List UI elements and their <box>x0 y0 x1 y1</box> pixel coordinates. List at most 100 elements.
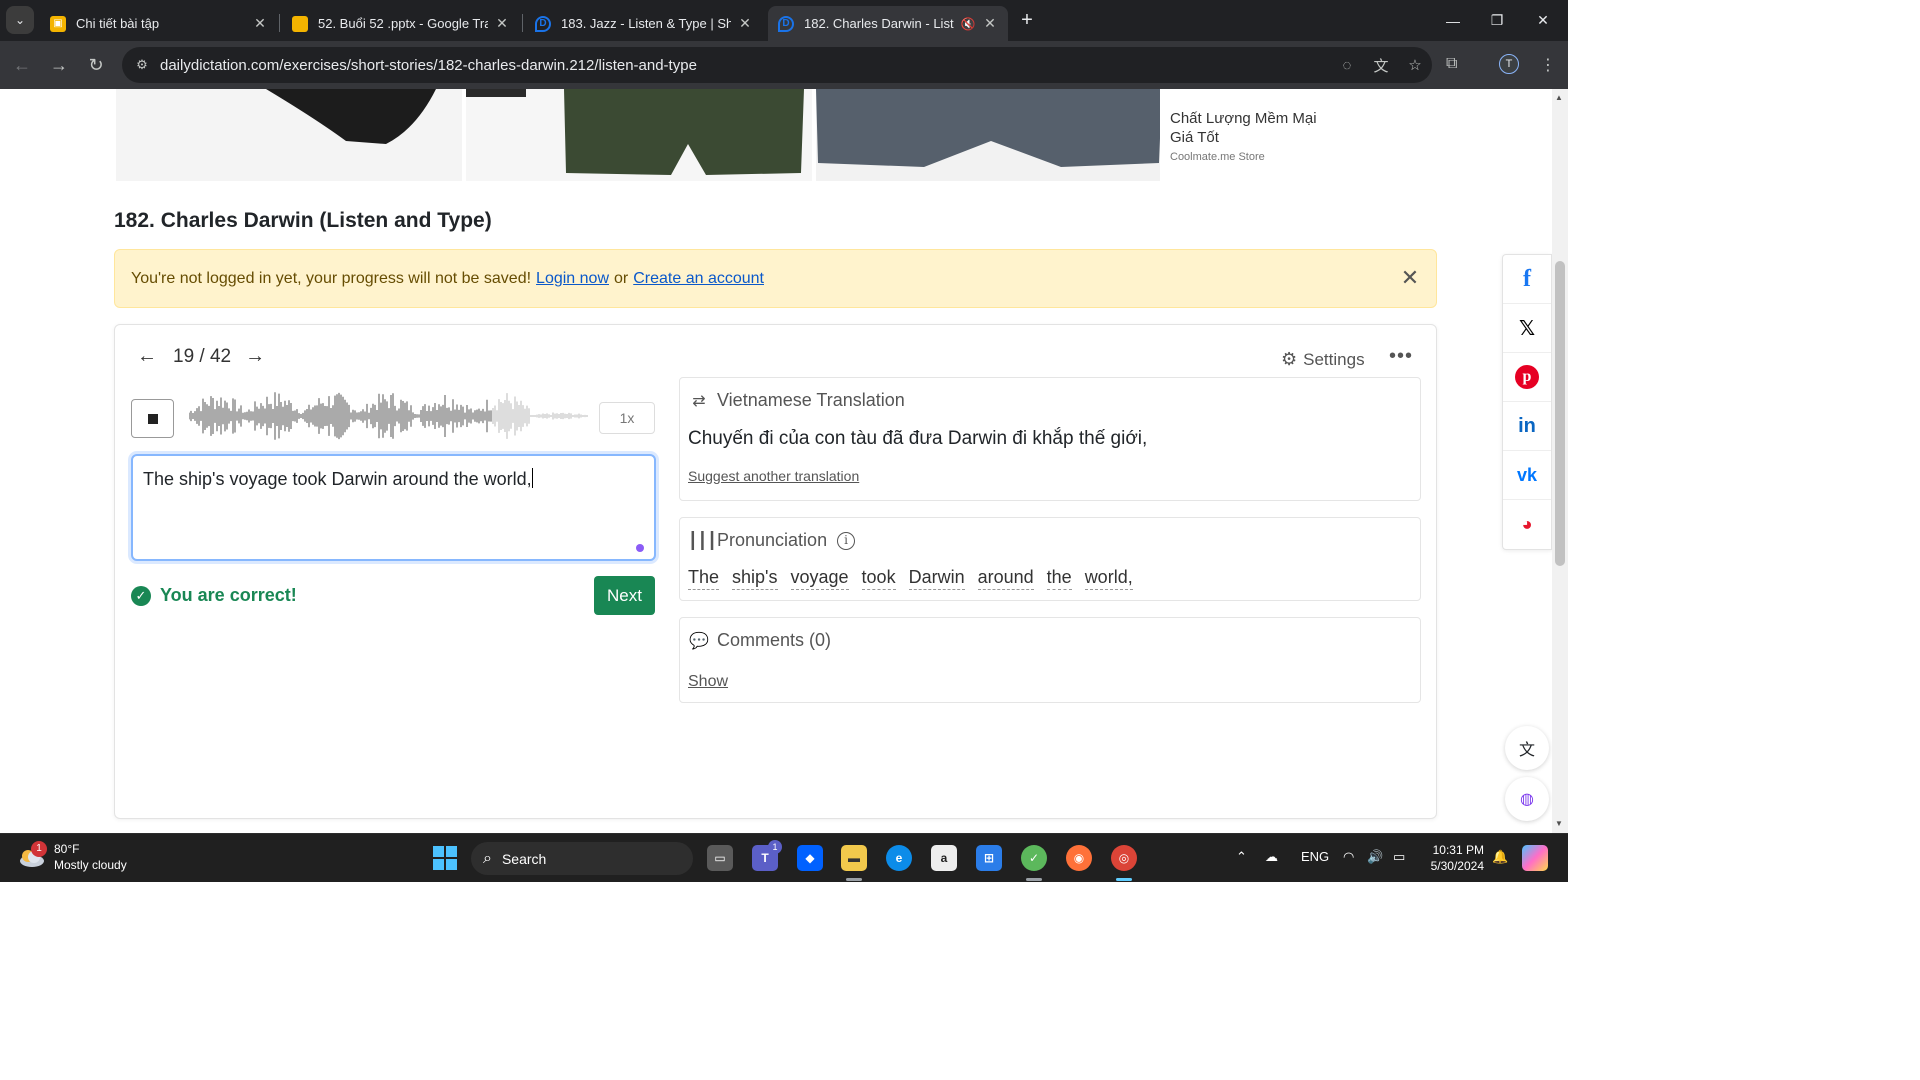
translate-icon[interactable]: 文 <box>1364 55 1398 76</box>
browser-menu-icon[interactable]: ⋮ <box>1540 55 1556 75</box>
site-info-icon[interactable]: ⚙ <box>124 47 160 83</box>
restore-button[interactable]: ❐ <box>1474 0 1520 41</box>
address-bar[interactable]: ⚙ dailydictation.com/exercises/short-sto… <box>122 47 1432 83</box>
audio-waveform[interactable] <box>189 385 593 447</box>
dropbox-icon[interactable]: ◆ <box>797 845 823 871</box>
notification-bell-icon[interactable]: 🔔 <box>1492 849 1508 865</box>
close-icon[interactable]: ✕ <box>1398 266 1422 290</box>
close-tab-icon[interactable]: ✕ <box>494 15 510 32</box>
tab-search-button[interactable]: ⌄ <box>6 6 34 34</box>
comments-header: 💬 Comments (0) <box>688 630 831 651</box>
alert-message: You're not logged in yet, your progress … <box>131 269 532 287</box>
tab-jazz[interactable]: D 183. Jazz - Listen & Type | Short ✕ <box>525 6 763 41</box>
close-tab-icon[interactable]: ✕ <box>737 15 753 32</box>
scroll-up-icon[interactable]: ▲ <box>1555 93 1563 102</box>
pronunciation-word[interactable]: The <box>688 567 720 590</box>
linkedin-icon[interactable]: in <box>1503 402 1551 451</box>
language-indicator[interactable]: ENG <box>1301 849 1329 864</box>
advertisement-banner[interactable]: Chất Lượng Mềm Mại Giá Tốt Coolmate.me S… <box>116 89 1338 183</box>
pronunciation-word[interactable]: around <box>977 567 1034 590</box>
ad-product-image[interactable] <box>466 89 814 181</box>
file-explorer-icon[interactable]: ▬ <box>841 845 867 871</box>
url-text[interactable]: dailydictation.com/exercises/short-stori… <box>160 57 697 74</box>
sentence-pager: ← 19 / 42 → <box>137 345 265 368</box>
pronunciation-word[interactable]: took <box>861 567 896 590</box>
suggest-translation-link[interactable]: Suggest another translation <box>688 468 859 484</box>
next-button[interactable]: Next <box>594 576 655 615</box>
bookmark-star-icon[interactable]: ☆ <box>1398 56 1432 74</box>
running-indicator <box>1026 878 1042 881</box>
pronunciation-word[interactable]: the <box>1046 567 1072 590</box>
omnibox-actions: ◌ 文 ☆ <box>1330 47 1432 83</box>
tab-title: 52. Buổi 52 .pptx - Google Trang <box>318 16 488 31</box>
copilot-icon[interactable] <box>1522 845 1548 871</box>
onedrive-cloud-icon[interactable]: ☁ <box>1265 849 1278 865</box>
edge-icon[interactable]: e <box>886 845 912 871</box>
reload-button[interactable]: ↻ <box>82 51 110 79</box>
eye-off-icon[interactable]: ◌ <box>1330 57 1364 74</box>
translate-widget-icon[interactable]: 文 <box>1505 726 1549 770</box>
pronunciation-word[interactable]: voyage <box>790 567 849 590</box>
extensions-icon[interactable]: ⧉ <box>1446 55 1457 73</box>
tab-google-slides[interactable]: 52. Buổi 52 .pptx - Google Trang ✕ <box>282 6 520 41</box>
taskbar-search[interactable]: ⌕ Search <box>471 842 693 875</box>
pronunciation-word[interactable]: world, <box>1084 567 1133 590</box>
scrollbar-thumb[interactable] <box>1555 261 1565 566</box>
info-icon[interactable]: i <box>837 531 856 550</box>
green-app-icon[interactable]: ✓ <box>1021 845 1047 871</box>
amazon-icon[interactable]: a <box>931 845 957 871</box>
pronunciation-word[interactable]: ship's <box>732 567 778 590</box>
ad-store-name[interactable]: Coolmate.me Store <box>1170 151 1265 163</box>
exercise-card: ← 19 / 42 → ⚙ Settings ••• 1x The ship's… <box>114 324 1437 819</box>
next-arrow-icon[interactable]: → <box>245 345 265 368</box>
wifi-icon[interactable]: ◠ <box>1343 849 1354 865</box>
muted-speaker-icon[interactable]: 🔇 <box>960 17 976 31</box>
show-comments-link[interactable]: Show <box>688 673 728 691</box>
volume-icon[interactable]: 🔊 <box>1367 849 1383 865</box>
ad-product-image[interactable] <box>816 89 1162 181</box>
ai-brain-icon[interactable]: ◍ <box>1505 777 1549 821</box>
grammar-extension-icon[interactable] <box>636 544 644 552</box>
answer-textarea[interactable]: The ship's voyage took Darwin around the… <box>131 454 656 561</box>
system-clock[interactable]: 10:31 PM 5/30/2024 <box>1422 842 1484 874</box>
stop-audio-button[interactable] <box>131 399 174 438</box>
close-tab-icon[interactable]: ✕ <box>252 15 268 32</box>
pinterest-icon[interactable]: p <box>1503 353 1551 402</box>
task-view-icon[interactable]: ▭ <box>707 845 733 871</box>
more-options-icon[interactable]: ••• <box>1389 345 1413 368</box>
battery-icon[interactable]: ▭ <box>1393 849 1405 865</box>
windows-taskbar: 1 80°F Mostly cloudy ⌕ Search ▭ T 1 ◆ ▬ … <box>0 833 1568 882</box>
weather-widget[interactable]: 1 80°F Mostly cloudy <box>18 841 127 873</box>
firefox-icon[interactable]: ◉ <box>1066 845 1092 871</box>
chrome-icon[interactable]: ◎ <box>1111 845 1137 871</box>
settings-button[interactable]: ⚙ Settings <box>1281 349 1365 370</box>
show-hidden-icons-icon[interactable]: ⌃ <box>1236 849 1247 865</box>
weather-desc: Mostly cloudy <box>54 858 127 872</box>
scroll-down-icon[interactable]: ▼ <box>1555 819 1563 828</box>
windows-start-icon[interactable] <box>432 845 458 871</box>
ad-headline[interactable]: Chất Lượng Mềm Mại Giá Tốt <box>1170 109 1330 147</box>
pronunciation-word[interactable]: Darwin <box>908 567 965 590</box>
forward-button[interactable]: → <box>45 51 73 79</box>
close-tab-icon[interactable]: ✕ <box>982 15 998 32</box>
playback-speed-button[interactable]: 1x <box>599 402 655 434</box>
minimize-button[interactable]: — <box>1430 0 1476 41</box>
ad-product-image[interactable] <box>116 89 464 181</box>
vk-icon[interactable]: vk <box>1503 451 1551 500</box>
close-window-button[interactable]: ✕ <box>1520 0 1566 41</box>
x-twitter-icon[interactable]: 𝕏 <box>1503 304 1551 353</box>
login-link[interactable]: Login now <box>536 270 609 288</box>
share-sidebar: f 𝕏 p in vk ◕ <box>1502 254 1552 550</box>
profile-avatar[interactable]: T <box>1499 54 1519 74</box>
create-account-link[interactable]: Create an account <box>633 270 764 288</box>
tab-charles-darwin[interactable]: D 182. Charles Darwin - Listen 🔇 ✕ <box>768 6 1008 41</box>
page-scrollbar[interactable]: ▲ ▼ <box>1552 89 1568 833</box>
facebook-icon[interactable]: f <box>1503 255 1551 304</box>
previous-arrow-icon[interactable]: ← <box>137 345 157 368</box>
weibo-icon[interactable]: ◕ <box>1503 500 1551 549</box>
new-tab-button[interactable]: + <box>1015 8 1039 32</box>
tab-chi-tiet-bai-tap[interactable]: ▣ Chi tiết bài tập ✕ <box>40 6 278 41</box>
ad-boxer-grey-icon <box>816 89 1160 167</box>
microsoft-store-icon[interactable]: ⊞ <box>976 845 1002 871</box>
back-button[interactable]: ← <box>8 51 36 79</box>
